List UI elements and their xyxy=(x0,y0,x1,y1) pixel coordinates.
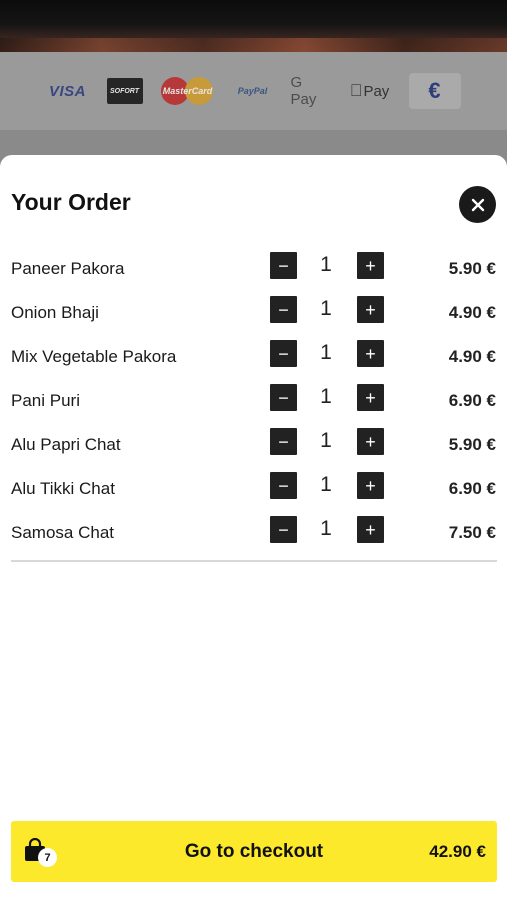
order-items-list: Paneer Pakora − 1 + 5.90 € Onion Bhaji −… xyxy=(0,249,507,557)
item-quantity: 1 xyxy=(320,517,332,540)
plus-icon: + xyxy=(365,343,376,364)
plus-icon: + xyxy=(365,519,376,540)
decrease-qty-button[interactable]: − xyxy=(270,472,297,499)
item-name: Mix Vegetable Pakora xyxy=(11,347,177,366)
hero-image xyxy=(0,0,507,52)
minus-icon: − xyxy=(278,431,289,452)
list-item: Mix Vegetable Pakora − 1 + 4.90 € xyxy=(0,337,507,381)
checkout-label: Go to checkout xyxy=(184,841,324,862)
order-modal: Your Order Paneer Pakora − 1 + 5.90 € On… xyxy=(0,155,507,900)
euro-icon[interactable]: € xyxy=(408,73,461,109)
item-price: 7.50 € xyxy=(448,523,496,542)
checkout-total: 42.90 € xyxy=(429,842,486,861)
increase-qty-button[interactable]: + xyxy=(357,472,384,499)
item-price: 6.90 € xyxy=(448,479,496,498)
item-name: Pani Puri xyxy=(11,391,80,410)
item-quantity: 1 xyxy=(320,473,332,496)
list-item: Alu Papri Chat − 1 + 5.90 € xyxy=(0,425,507,469)
item-quantity: 1 xyxy=(320,385,332,408)
increase-qty-button[interactable]: + xyxy=(357,516,384,543)
decrease-qty-button[interactable]: − xyxy=(270,428,297,455)
plus-icon: + xyxy=(365,431,376,452)
item-price: 5.90 € xyxy=(448,435,496,454)
decrease-qty-button[interactable]: − xyxy=(270,384,297,411)
item-quantity: 1 xyxy=(320,341,332,364)
increase-qty-button[interactable]: + xyxy=(357,296,384,323)
divider xyxy=(11,560,497,562)
plus-icon: + xyxy=(365,475,376,496)
list-item: Alu Tikki Chat − 1 + 6.90 € xyxy=(0,469,507,513)
google-pay-logo: G Pay xyxy=(290,74,317,108)
item-quantity: 1 xyxy=(320,429,332,452)
plus-icon: + xyxy=(365,387,376,408)
item-name: Onion Bhaji xyxy=(11,303,99,322)
increase-qty-button[interactable]: + xyxy=(357,384,384,411)
sofort-logo: SOFORT xyxy=(106,78,143,104)
item-price: 4.90 € xyxy=(448,303,496,322)
list-item: Samosa Chat − 1 + 7.50 € xyxy=(0,513,507,557)
plus-icon: + xyxy=(365,299,376,320)
close-icon xyxy=(471,198,484,211)
plus-icon: + xyxy=(365,255,376,276)
decrease-qty-button[interactable]: − xyxy=(270,516,297,543)
item-price: 6.90 € xyxy=(448,391,496,410)
minus-icon: − xyxy=(278,299,289,320)
apple-pay-logo: Pay xyxy=(350,81,390,100)
item-quantity: 1 xyxy=(320,297,332,320)
modal-title: Your Order xyxy=(11,189,131,215)
increase-qty-button[interactable]: + xyxy=(357,428,384,455)
minus-icon: − xyxy=(278,387,289,408)
item-quantity: 1 xyxy=(320,253,332,276)
item-price: 4.90 € xyxy=(448,347,496,366)
item-name: Samosa Chat xyxy=(11,523,114,542)
list-item: Paneer Pakora − 1 + 5.90 € xyxy=(0,249,507,293)
item-name: Paneer Pakora xyxy=(11,259,125,278)
decrease-qty-button[interactable]: − xyxy=(270,296,297,323)
minus-icon: − xyxy=(278,475,289,496)
minus-icon: − xyxy=(278,519,289,540)
list-item: Pani Puri − 1 + 6.90 € xyxy=(0,381,507,425)
decrease-qty-button[interactable]: − xyxy=(270,340,297,367)
checkout-button[interactable]: 7 Go to checkout 42.90 € xyxy=(11,821,497,882)
paypal-logo: PayPal xyxy=(237,86,268,96)
item-name: Alu Papri Chat xyxy=(11,435,121,454)
item-name: Alu Tikki Chat xyxy=(11,479,115,498)
list-item: Onion Bhaji − 1 + 4.90 € xyxy=(0,293,507,337)
decrease-qty-button[interactable]: − xyxy=(270,252,297,279)
increase-qty-button[interactable]: + xyxy=(357,340,384,367)
close-button[interactable] xyxy=(459,186,496,223)
minus-icon: − xyxy=(278,255,289,276)
payment-methods-strip: VISA SOFORT MasterCard PayPal G Pay Pay… xyxy=(0,52,507,130)
mastercard-logo: MasterCard xyxy=(160,76,215,106)
visa-logo: VISA xyxy=(48,82,86,100)
item-price: 5.90 € xyxy=(448,259,496,278)
minus-icon: − xyxy=(278,343,289,364)
increase-qty-button[interactable]: + xyxy=(357,252,384,279)
